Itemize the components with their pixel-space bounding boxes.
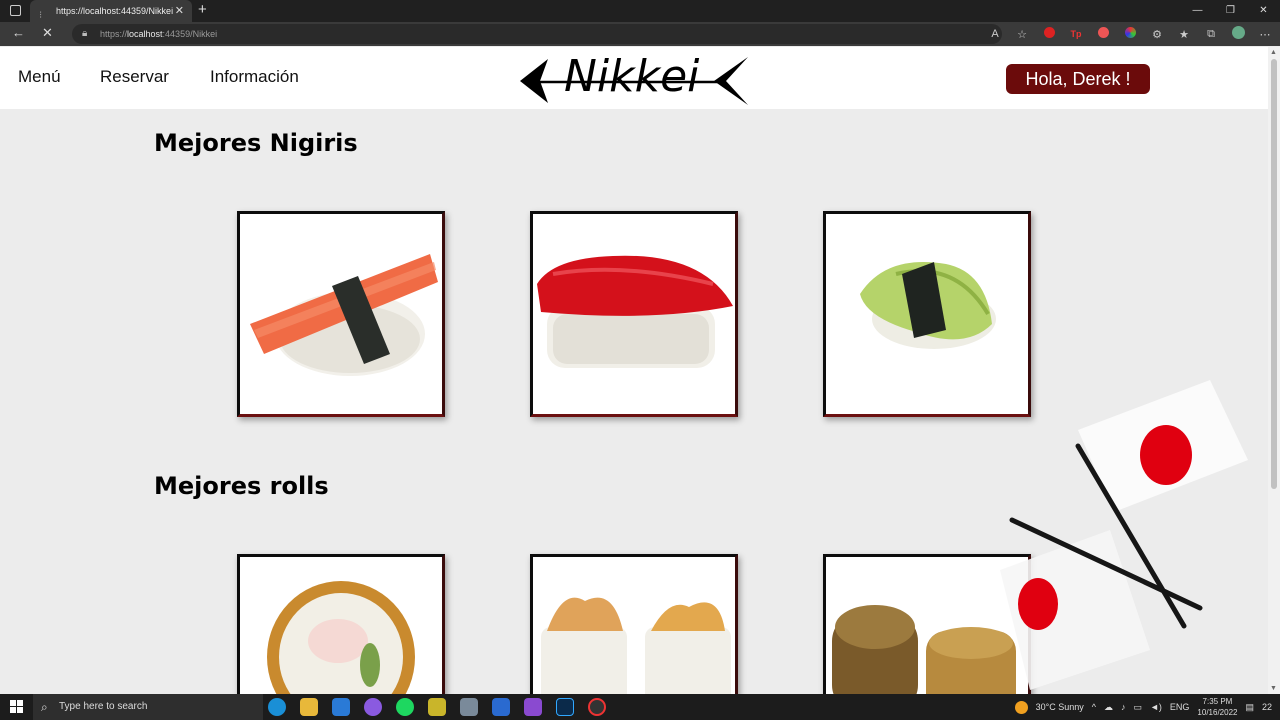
rolls-section-title: Mejores rolls xyxy=(154,472,329,500)
profile-avatar-icon[interactable] xyxy=(1231,26,1245,42)
favorite-add-icon[interactable]: ☆ xyxy=(1015,28,1029,41)
nigiri-card-tuna[interactable] xyxy=(530,211,738,417)
taskbar-search-placeholder: Type here to search xyxy=(59,701,148,712)
more-options-icon[interactable]: ⋯ xyxy=(1258,28,1272,41)
back-icon[interactable]: ← xyxy=(12,25,25,40)
nikkei-logo[interactable]: Nikkei xyxy=(518,51,752,107)
url-path: :44359/Nikkei xyxy=(162,29,218,39)
favorites-icon[interactable]: ★ xyxy=(1177,28,1191,41)
crab-nigiri-image xyxy=(250,254,438,376)
logo-text: Nikkei xyxy=(564,51,700,102)
browser-toolbar-icons: A ☆ Tp ⚙ ★ ⧉ ⋯ xyxy=(988,26,1272,42)
notifications-icon[interactable]: ▤ xyxy=(1245,702,1254,713)
spicy-roll-image xyxy=(541,597,731,701)
extension-tp-icon[interactable]: Tp xyxy=(1069,29,1083,39)
url-field[interactable]: 🔒︎ https://localhost:44359/Nikkei xyxy=(72,24,1002,44)
scroll-thumb[interactable] xyxy=(1271,59,1277,489)
extension-color-icon[interactable] xyxy=(1123,27,1137,41)
clock-date: 10/16/2022 xyxy=(1197,708,1238,717)
url-scheme: https:// xyxy=(100,29,128,39)
extension-pink-icon[interactable] xyxy=(1096,27,1110,41)
japan-flag-chopsticks-decoration xyxy=(1000,380,1248,690)
scroll-up-icon[interactable]: ▲ xyxy=(1270,49,1277,56)
avocado-nigiri-image xyxy=(860,262,996,349)
notes-app-icon[interactable] xyxy=(428,698,446,716)
mail-app-icon[interactable] xyxy=(332,698,350,716)
user-greeting-button[interactable]: Hola, Derek ! xyxy=(1006,64,1150,94)
taskbar-apps xyxy=(268,698,606,716)
window-app-icon[interactable] xyxy=(460,698,478,716)
network-icon[interactable]: ▭ xyxy=(1133,702,1142,713)
site-header: Menú Reservar Información Nikkei Hola, D… xyxy=(0,47,1268,109)
weather-sun-icon[interactable] xyxy=(1014,700,1028,714)
close-window-icon[interactable]: ✕ xyxy=(1247,0,1280,22)
close-tab-icon[interactable]: ✕ xyxy=(175,0,184,22)
photoshop-app-icon[interactable] xyxy=(556,698,574,716)
system-tray: 30°C Sunny ^ ☁ ♪ ▭ ◄) ENG 7:35 PM 10/16/… xyxy=(1014,694,1272,720)
recorder-app-icon[interactable] xyxy=(588,698,606,716)
roll-card-tempura[interactable] xyxy=(237,554,445,704)
visual-studio-app-icon[interactable] xyxy=(524,698,542,716)
edge-app-icon[interactable] xyxy=(268,698,286,716)
stop-loading-icon[interactable]: ✕ xyxy=(42,25,53,41)
page-scrollbar[interactable]: ▲ ▼ xyxy=(1268,47,1280,694)
file-explorer-app-icon[interactable] xyxy=(300,698,318,716)
clock-time: 7:35 PM xyxy=(1202,697,1233,706)
scroll-down-icon[interactable]: ▼ xyxy=(1270,685,1277,692)
minimize-icon[interactable]: — xyxy=(1181,0,1214,22)
eel-roll-image xyxy=(832,605,1016,701)
notification-count: 22 xyxy=(1261,702,1272,712)
taskbar-search[interactable]: ⌕ Type here to search xyxy=(33,694,263,720)
tempura-roll-image xyxy=(267,581,415,701)
extension-red-icon[interactable] xyxy=(1042,27,1056,41)
roll-card-spicy[interactable] xyxy=(530,554,738,704)
lock-icon[interactable]: 🔒︎ xyxy=(82,24,87,44)
extensions-icon[interactable]: ⚙ xyxy=(1150,28,1164,41)
browser-tab[interactable]: ⁝ https://localhost:44359/Nikkei ✕ xyxy=(30,0,192,22)
nigiri-card-crab[interactable] xyxy=(237,211,445,417)
tab-title: https://localhost:44359/Nikkei xyxy=(56,6,174,16)
microphone-icon[interactable]: ♪ xyxy=(1121,702,1126,712)
language-indicator[interactable]: ENG xyxy=(1170,702,1190,712)
taskbar-clock[interactable]: 7:35 PM 10/16/2022 xyxy=(1197,696,1237,718)
tab-actions-icon[interactable] xyxy=(10,5,21,16)
new-tab-icon[interactable]: + xyxy=(198,1,207,18)
nigiris-section-title: Mejores Nigiris xyxy=(154,129,358,157)
search-icon: ⌕ xyxy=(41,700,48,714)
nav-reservar-link[interactable]: Reservar xyxy=(100,67,169,87)
windows-taskbar: ⌕ Type here to search 30°C Sunny ^ ☁ ♪ ▭… xyxy=(0,694,1280,720)
url-host: localhost xyxy=(127,29,163,39)
collections-icon[interactable]: ⧉ xyxy=(1204,28,1218,41)
window-controls: — ❐ ✕ xyxy=(1181,0,1280,22)
nav-menu-link[interactable]: Menú xyxy=(18,67,61,87)
weather-text[interactable]: 30°C Sunny xyxy=(1036,702,1084,712)
restore-icon[interactable]: ❐ xyxy=(1214,0,1247,22)
powershell-app-icon[interactable] xyxy=(492,698,510,716)
show-hidden-icons-icon[interactable]: ^ xyxy=(1092,702,1096,712)
browser-titlebar: ⁝ https://localhost:44359/Nikkei ✕ + — ❐… xyxy=(0,0,1280,22)
volume-icon[interactable]: ◄) xyxy=(1150,702,1162,712)
address-bar-row: ← ✕ 🔒︎ https://localhost:44359/Nikkei A … xyxy=(0,22,1280,46)
nav-informacion-link[interactable]: Información xyxy=(210,67,299,87)
messenger-app-icon[interactable] xyxy=(364,698,382,716)
spotify-app-icon[interactable] xyxy=(396,698,414,716)
start-windows-icon[interactable] xyxy=(10,700,24,714)
read-aloud-icon[interactable]: A xyxy=(988,28,1002,40)
cloud-icon[interactable]: ☁ xyxy=(1104,702,1113,713)
tuna-nigiri-image xyxy=(537,255,733,368)
